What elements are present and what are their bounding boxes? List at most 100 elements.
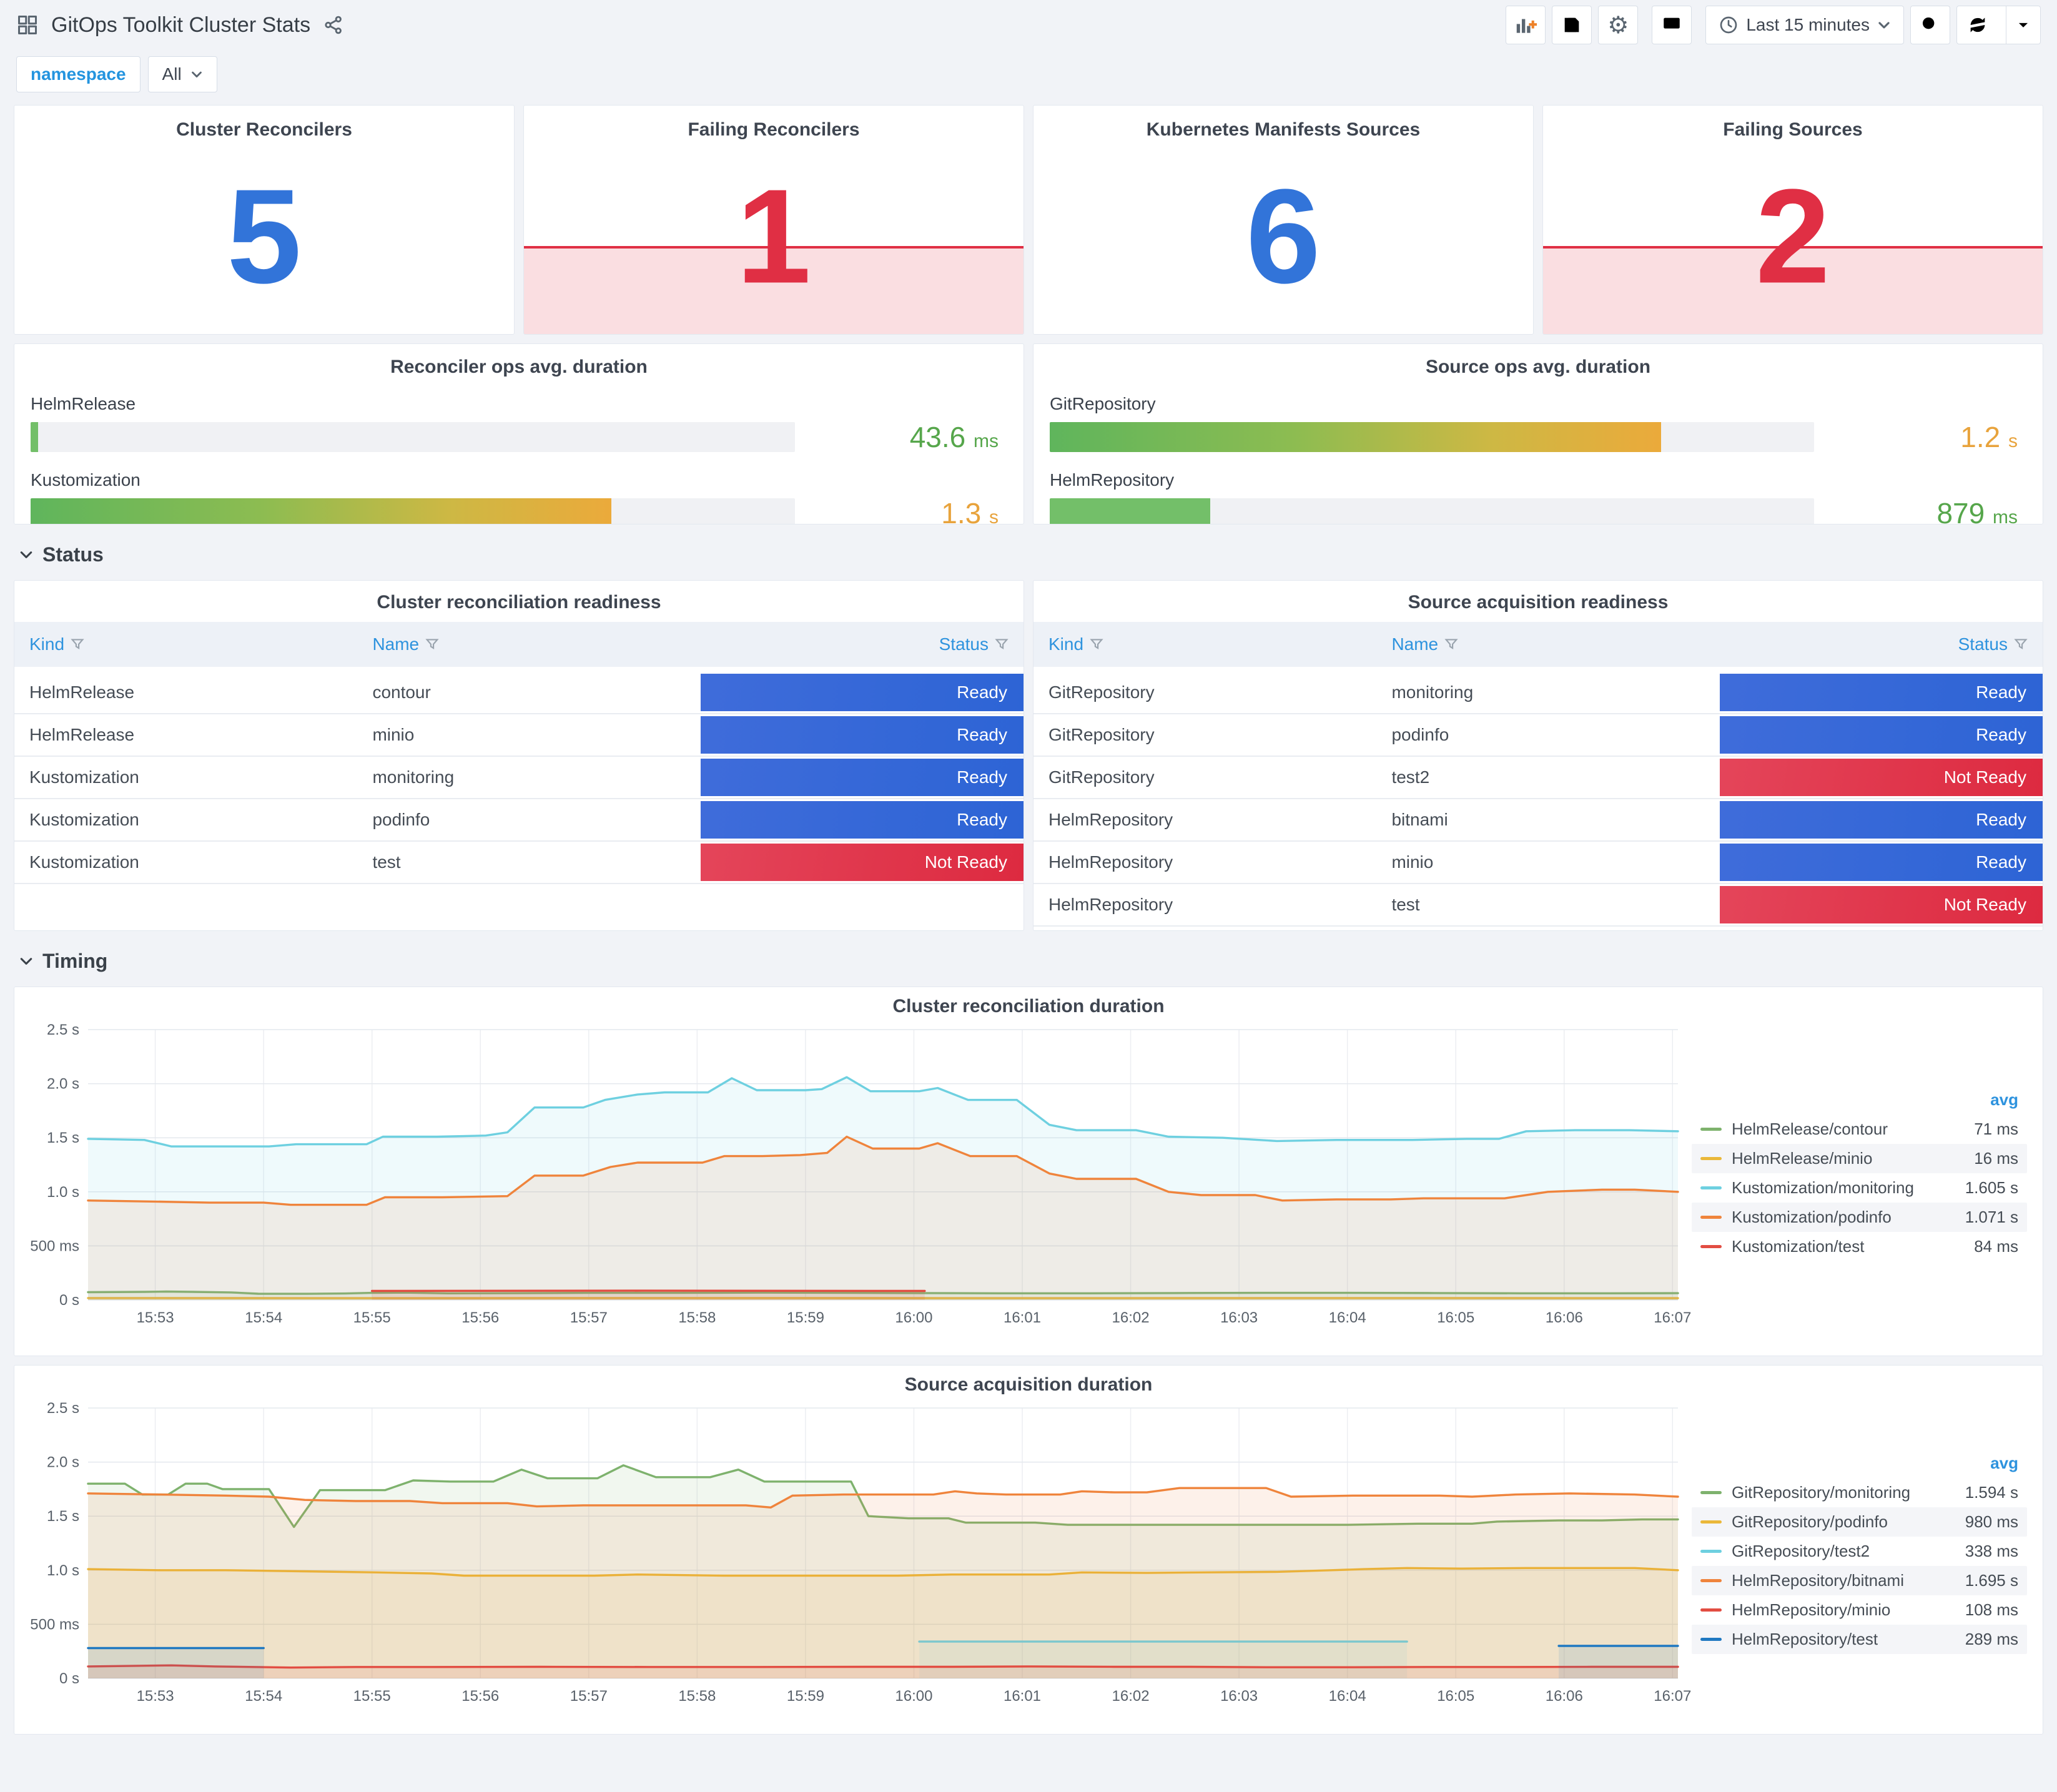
series-avg-value: 1.071 s [1965, 1207, 2018, 1226]
panel-title[interactable]: Source acquisition readiness [1033, 592, 2043, 613]
panel-title[interactable]: Reconciler ops avg. duration [31, 357, 1007, 378]
time-series-plot[interactable]: 15:53 15:54 15:55 15:56 15:57 15:58 15:59 16:00… [26, 1021, 1691, 1330]
share-icon[interactable] [323, 14, 344, 36]
table-row: HelmRelease minio Ready [14, 714, 1024, 757]
status-badge: Ready [700, 801, 1024, 839]
time-series-plot[interactable]: 15:53 15:54 15:55 15:56 15:57 15:58 15:59 16:00… [26, 1399, 1691, 1708]
panel-title[interactable]: Failing Sources [1543, 119, 2043, 140]
gauges-row: Reconciler ops avg. duration HelmRelease… [14, 343, 2043, 524]
legend-item[interactable]: GitRepository/monitoring 1.594 s [1692, 1478, 2027, 1507]
cell-kind: GitRepository [1033, 669, 1377, 714]
series-name: HelmRepository/minio [1732, 1600, 1891, 1619]
series-color-dash [1700, 1579, 1722, 1582]
time-range-picker[interactable]: Last 15 minutes [1705, 6, 1904, 44]
svg-text:2.0 s: 2.0 s [47, 1076, 79, 1093]
legend-item[interactable]: GitRepository/test2 338 ms [1692, 1537, 2027, 1566]
legend-item[interactable]: Kustomization/podinfo 1.071 s [1692, 1202, 2027, 1232]
stat-value: 5 [227, 160, 302, 312]
table-row: Kustomization monitoring Ready [14, 756, 1024, 799]
add-panel-button[interactable] [1506, 6, 1546, 44]
panel-source-acquisition-readiness: Source acquisition readiness Kind Name S… [1033, 580, 2043, 931]
refresh-button[interactable] [1957, 6, 1998, 44]
series-avg-value: 16 ms [1974, 1148, 2018, 1168]
svg-text:15:57: 15:57 [570, 1688, 608, 1705]
panel-source-ops-duration: Source ops avg. duration GitRepository 1… [1033, 343, 2043, 524]
table-row: HelmRepository bitnami Ready [1033, 799, 2043, 842]
column-header-status[interactable]: Status [1719, 622, 2043, 672]
svg-text:15:55: 15:55 [353, 1688, 391, 1705]
legend-item[interactable]: Kustomization/monitoring 1.605 s [1692, 1173, 2027, 1203]
column-header-kind[interactable]: Kind [14, 622, 358, 672]
tables-row: Cluster reconciliation readiness Kind Na… [14, 580, 2043, 931]
gauge-body: GitRepository 1.2 s HelmRepository 879 m… [1050, 394, 2026, 524]
series-color-dash [1700, 1520, 1722, 1524]
status-badge: Ready [1719, 716, 2043, 754]
column-header-name[interactable]: Name [357, 622, 701, 672]
table-row: HelmRepository minio Ready [1033, 841, 2043, 884]
save-dashboard-button[interactable] [1552, 6, 1592, 44]
svg-text:500 ms: 500 ms [30, 1616, 79, 1633]
bar-gauge-label: HelmRelease [31, 394, 136, 413]
panel-title[interactable]: Source acquisition duration [26, 1374, 2031, 1396]
panel-title[interactable]: Cluster Reconcilers [14, 119, 514, 140]
legend-item[interactable]: HelmRepository/minio 108 ms [1692, 1595, 2027, 1625]
panel-title[interactable]: Kubernetes Manifests Sources [1033, 119, 1533, 140]
panel-title[interactable]: Cluster reconciliation readiness [14, 592, 1024, 613]
chevron-down-icon [1877, 18, 1891, 32]
cycle-view-button[interactable] [1652, 6, 1692, 44]
section-label: Timing [42, 950, 108, 972]
bar-gauge-value: 43.6 ms [909, 421, 999, 453]
column-header-name[interactable]: Name [1376, 622, 1720, 672]
legend-item[interactable]: HelmRepository/bitnami 1.695 s [1692, 1566, 2027, 1595]
series-avg-value: 1.695 s [1965, 1571, 2018, 1590]
panel-title[interactable]: Cluster reconciliation duration [26, 996, 2031, 1017]
panel-cluster-reconciliation-duration: Cluster reconciliation duration 15:53 15:… [14, 987, 2043, 1356]
gear-icon: ⚙ [1607, 11, 1629, 39]
series-color-dash [1700, 1550, 1722, 1553]
panel-title[interactable]: Failing Reconcilers [524, 119, 1024, 140]
legend-item[interactable]: HelmRelease/contour 71 ms [1692, 1115, 2027, 1144]
panel-title[interactable]: Source ops avg. duration [1050, 357, 2026, 378]
svg-text:16:04: 16:04 [1329, 1309, 1366, 1326]
status-badge: Ready [1719, 801, 2043, 839]
legend-item[interactable]: GitRepository/podinfo 980 ms [1692, 1507, 2027, 1537]
status-badge: Not Ready [1719, 759, 2043, 796]
legend-item[interactable]: HelmRelease/minio 16 ms [1692, 1143, 2027, 1173]
stat-panel-manifests-sources: Kubernetes Manifests Sources 6 [1033, 105, 1534, 335]
zoom-out-button[interactable] [1910, 6, 1950, 44]
section-header-status[interactable]: Status [14, 533, 2043, 580]
series-name: Kustomization/monitoring [1732, 1178, 1914, 1197]
column-header-kind[interactable]: Kind [1033, 622, 1377, 672]
stat-panel-failing-reconcilers: Failing Reconcilers 1 [523, 105, 1024, 335]
variable-namespace-dropdown[interactable]: All [147, 56, 217, 92]
svg-text:15:59: 15:59 [787, 1309, 824, 1326]
section-header-timing[interactable]: Timing [14, 940, 2043, 987]
series-avg-value: 1.594 s [1965, 1483, 2018, 1502]
table-row: Kustomization podinfo Ready [14, 799, 1024, 842]
chevron-down-icon [19, 954, 34, 969]
readiness-table: Kind Name Status HelmRelease contour Rea… [14, 622, 1024, 884]
svg-text:15:55: 15:55 [353, 1309, 391, 1326]
refresh-interval-dropdown[interactable] [2006, 6, 2040, 44]
legend-item[interactable]: HelmRepository/test 289 ms [1692, 1625, 2027, 1654]
section-label: Status [42, 543, 104, 566]
status-badge: Not Ready [1719, 886, 2043, 923]
legend-avg-header[interactable]: avg [1692, 1454, 2027, 1478]
svg-text:16:00: 16:00 [895, 1309, 932, 1326]
series-name: Kustomization/test [1732, 1236, 1865, 1256]
dashboard-settings-button[interactable]: ⚙ [1598, 6, 1639, 44]
series-name: HelmRelease/contour [1732, 1119, 1888, 1138]
bar-gauge-fill [31, 422, 39, 452]
svg-text:16:01: 16:01 [1004, 1309, 1041, 1326]
column-header-status[interactable]: Status [700, 622, 1024, 672]
clock-icon [1719, 15, 1739, 35]
legend-avg-header[interactable]: avg [1692, 1090, 2027, 1115]
series-name: HelmRelease/minio [1732, 1148, 1873, 1168]
cell-kind: Kustomization [14, 799, 358, 842]
series-name: GitRepository/podinfo [1732, 1512, 1888, 1531]
svg-text:15:59: 15:59 [787, 1688, 824, 1705]
svg-text:0 s: 0 s [59, 1670, 79, 1687]
legend-item[interactable]: Kustomization/test 84 ms [1692, 1232, 2027, 1261]
series-name: GitRepository/test2 [1732, 1542, 1870, 1560]
svg-text:2.5 s: 2.5 s [47, 1400, 79, 1417]
